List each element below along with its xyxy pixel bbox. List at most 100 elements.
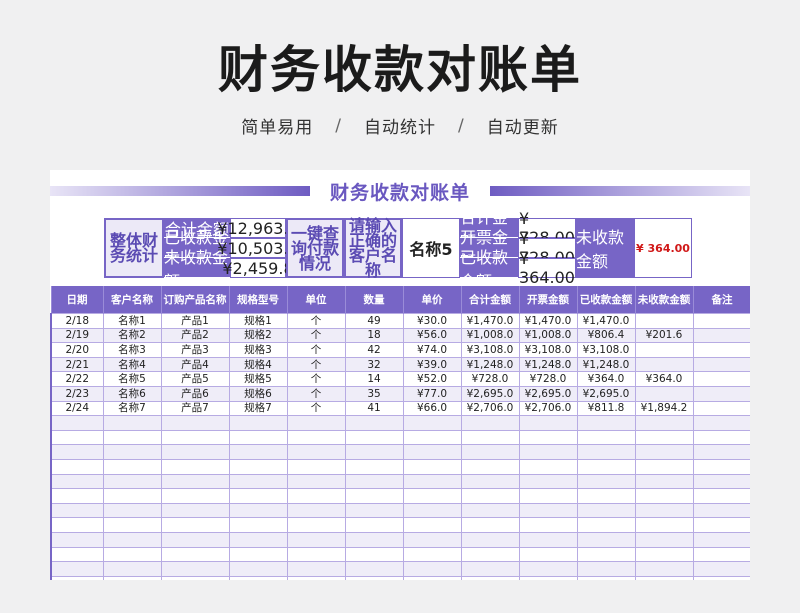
table-cell[interactable]: ¥806.4 xyxy=(576,327,636,344)
table-cell[interactable] xyxy=(344,575,404,580)
table-cell[interactable] xyxy=(228,473,288,490)
table-cell[interactable] xyxy=(228,531,288,548)
table-cell[interactable] xyxy=(160,575,230,580)
table-cell[interactable] xyxy=(344,444,404,460)
table-cell[interactable] xyxy=(576,502,636,519)
table-cell[interactable] xyxy=(286,561,346,577)
table-cell[interactable]: 2/21 xyxy=(50,356,104,373)
table-cell[interactable] xyxy=(228,561,288,577)
table-cell[interactable]: 规格1 xyxy=(228,313,288,329)
summary-unreceived-value[interactable]: ¥2,459.8 xyxy=(222,258,294,278)
table-cell[interactable] xyxy=(460,473,520,490)
table-cell[interactable]: ¥66.0 xyxy=(402,400,462,417)
table-cell[interactable]: 个 xyxy=(286,385,346,402)
table-cell[interactable]: 2/23 xyxy=(50,385,104,402)
table-cell[interactable]: ¥1,248.0 xyxy=(576,356,636,373)
table-cell[interactable] xyxy=(50,458,104,475)
table-cell[interactable]: ¥1,470.0 xyxy=(576,313,636,329)
table-cell[interactable] xyxy=(634,546,694,563)
table-cell[interactable] xyxy=(460,429,520,446)
table-cell[interactable] xyxy=(692,313,750,329)
table-cell[interactable] xyxy=(576,517,636,533)
table-cell[interactable] xyxy=(50,429,104,446)
table-cell[interactable]: 规格7 xyxy=(228,400,288,417)
table-cell[interactable] xyxy=(576,575,636,580)
table-cell[interactable] xyxy=(634,356,694,373)
table-cell[interactable] xyxy=(160,444,230,460)
table-cell[interactable] xyxy=(460,546,520,563)
table-cell[interactable] xyxy=(634,313,694,329)
table-cell[interactable] xyxy=(286,575,346,580)
table-cell[interactable]: ¥2,706.0 xyxy=(460,400,520,417)
table-cell[interactable] xyxy=(344,415,404,431)
table-cell[interactable] xyxy=(50,502,104,519)
table-cell[interactable] xyxy=(692,546,750,563)
column-header[interactable]: 规格型号 xyxy=(228,286,288,314)
table-cell[interactable] xyxy=(102,502,162,519)
table-cell[interactable] xyxy=(344,502,404,519)
table-cell[interactable] xyxy=(160,561,230,577)
table-cell[interactable]: 2/20 xyxy=(50,342,104,358)
table-cell[interactable]: ¥1,008.0 xyxy=(518,327,578,344)
table-cell[interactable]: 名称4 xyxy=(102,356,162,373)
table-cell[interactable] xyxy=(518,429,578,446)
table-cell[interactable]: 规格5 xyxy=(228,371,288,387)
table-cell[interactable] xyxy=(228,575,288,580)
table-cell[interactable] xyxy=(102,473,162,490)
table-cell[interactable]: 个 xyxy=(286,400,346,417)
table-cell[interactable]: 2/19 xyxy=(50,327,104,344)
table-cell[interactable] xyxy=(102,531,162,548)
table-cell[interactable] xyxy=(50,473,104,490)
table-cell[interactable] xyxy=(576,444,636,460)
table-cell[interactable] xyxy=(102,517,162,533)
table-cell[interactable] xyxy=(102,444,162,460)
table-cell[interactable] xyxy=(460,488,520,504)
table-cell[interactable] xyxy=(50,444,104,460)
table-cell[interactable]: 产品3 xyxy=(160,342,230,358)
table-cell[interactable] xyxy=(576,458,636,475)
table-cell[interactable] xyxy=(692,458,750,475)
table-cell[interactable] xyxy=(692,561,750,577)
table-cell[interactable] xyxy=(518,488,578,504)
column-header[interactable]: 单位 xyxy=(286,286,346,314)
table-cell[interactable] xyxy=(692,575,750,580)
table-cell[interactable] xyxy=(286,458,346,475)
table-cell[interactable] xyxy=(102,561,162,577)
table-cell[interactable] xyxy=(160,502,230,519)
table-cell[interactable]: 规格3 xyxy=(228,342,288,358)
table-cell[interactable] xyxy=(692,429,750,446)
table-cell[interactable]: ¥1,894.2 xyxy=(634,400,694,417)
table-cell[interactable]: ¥30.0 xyxy=(402,313,462,329)
column-header[interactable]: 合计金额 xyxy=(460,286,520,314)
table-cell[interactable]: ¥1,470.0 xyxy=(460,313,520,329)
table-cell[interactable] xyxy=(160,517,230,533)
table-cell[interactable]: 产品7 xyxy=(160,400,230,417)
table-cell[interactable]: 规格6 xyxy=(228,385,288,402)
table-cell[interactable] xyxy=(692,342,750,358)
table-cell[interactable]: ¥56.0 xyxy=(402,327,462,344)
table-cell[interactable] xyxy=(402,575,462,580)
table-cell[interactable] xyxy=(102,546,162,563)
table-cell[interactable] xyxy=(402,458,462,475)
table-cell[interactable] xyxy=(692,356,750,373)
table-cell[interactable] xyxy=(460,575,520,580)
table-cell[interactable] xyxy=(160,473,230,490)
table-cell[interactable] xyxy=(102,458,162,475)
column-header[interactable]: 客户名称 xyxy=(102,286,162,314)
table-cell[interactable] xyxy=(692,415,750,431)
table-cell[interactable] xyxy=(634,342,694,358)
table-cell[interactable]: ¥1,248.0 xyxy=(518,356,578,373)
table-cell[interactable]: ¥39.0 xyxy=(402,356,462,373)
table-cell[interactable] xyxy=(692,400,750,417)
table-cell[interactable] xyxy=(50,415,104,431)
query-received-value[interactable]: ¥ 364.00 xyxy=(518,249,576,287)
table-cell[interactable]: 个 xyxy=(286,342,346,358)
table-cell[interactable]: 2/18 xyxy=(50,313,104,329)
table-cell[interactable] xyxy=(634,415,694,431)
table-cell[interactable] xyxy=(518,517,578,533)
table-cell[interactable] xyxy=(460,415,520,431)
table-cell[interactable] xyxy=(228,429,288,446)
table-cell[interactable] xyxy=(402,502,462,519)
table-cell[interactable] xyxy=(228,444,288,460)
table-cell[interactable] xyxy=(228,517,288,533)
